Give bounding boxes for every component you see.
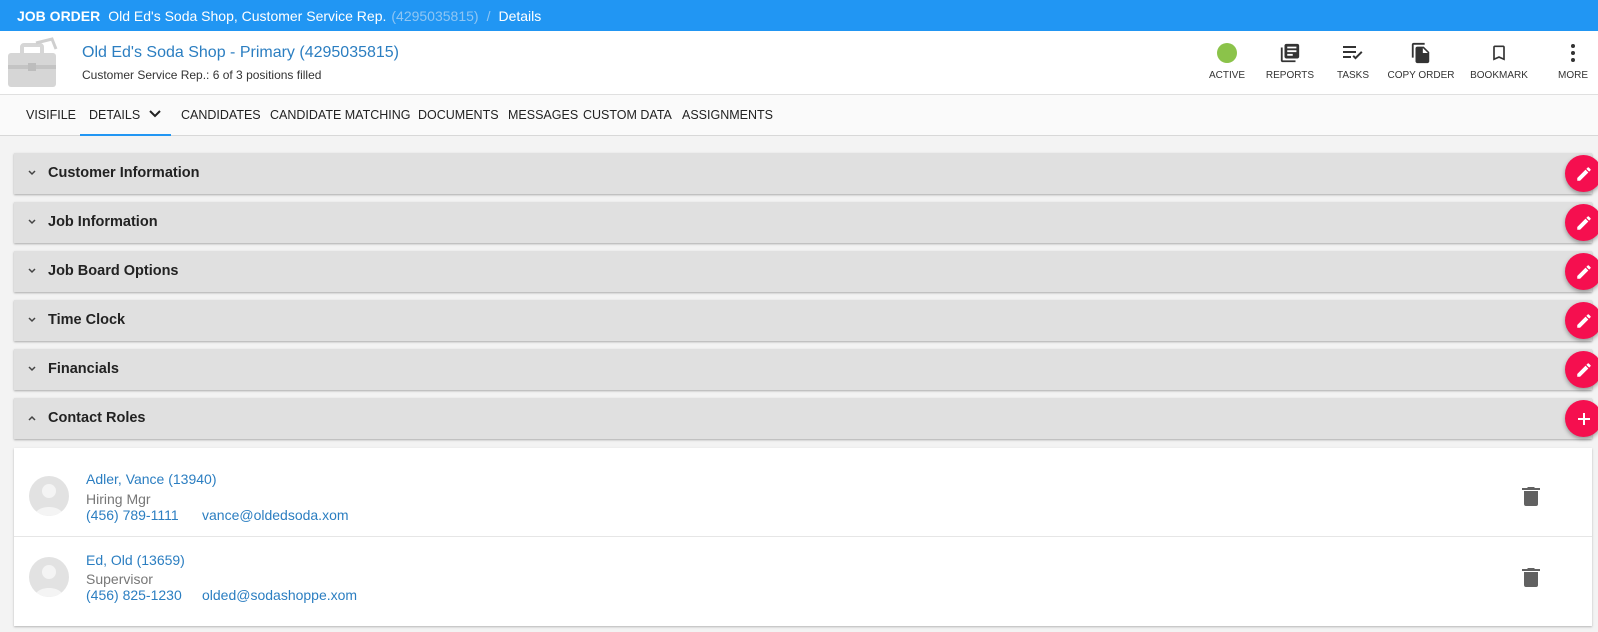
tab-bar: VISIFILE DETAILS CANDIDATES CANDIDATE MA… [0,95,1598,136]
list-item: Ed, Old (13659) Supervisor (456) 825-123… [14,537,1592,626]
section-customer-information[interactable]: Customer Information [14,153,1598,194]
record-subtitle: Customer Service Rep.: 6 of 3 positions … [82,68,322,82]
tab-visifile[interactable]: VISIFILE [26,95,76,136]
pencil-icon [1576,362,1591,377]
contact-name-link[interactable]: Adler, Vance (13940) [86,471,217,487]
chevron-down-icon [25,215,39,229]
record-header: Old Ed's Soda Shop - Primary (4295035815… [0,31,1598,95]
edit-job-information-button[interactable] [1565,204,1598,241]
contact-phone-link[interactable]: (456) 825-1230 [86,587,182,603]
briefcase-logo-icon [6,37,62,91]
plus-icon [1577,412,1590,425]
contact-email-link[interactable]: olded@sodashoppe.xom [202,587,357,603]
action-label: BOOKMARK [1470,70,1528,81]
tab-messages[interactable]: MESSAGES [508,95,578,136]
add-contact-role-button[interactable] [1565,400,1598,437]
section-title: Customer Information [48,165,200,181]
tasks-icon [1318,39,1388,67]
section-job-board-options[interactable]: Job Board Options [14,251,1598,292]
tab-custom-data[interactable]: CUSTOM DATA [583,95,672,136]
record-type-label: JOB ORDER [17,7,101,24]
chevron-down-icon [148,95,162,136]
bookmark-button[interactable]: BOOKMARK [1464,39,1534,81]
action-label: TASKS [1336,70,1370,81]
tab-label: DETAILS [89,108,141,122]
contact-role: Hiring Mgr [86,491,151,507]
breadcrumb-record-link[interactable]: Old Ed's Soda Shop, Customer Service Rep… [108,8,386,24]
reports-button[interactable]: REPORTS [1255,39,1325,81]
contact-roles-list: Adler, Vance (13940) Hiring Mgr (456) 78… [14,448,1592,626]
action-label: MORE [1558,70,1588,81]
section-title: Financials [48,361,119,377]
edit-customer-information-button[interactable] [1565,155,1598,192]
section-time-clock[interactable]: Time Clock [14,300,1598,341]
tab-candidate-matching[interactable]: CANDIDATE MATCHING [270,95,411,136]
breadcrumb-separator: / [486,7,491,24]
pencil-icon [1576,313,1591,328]
more-vertical-icon [1538,39,1598,67]
contact-email-link[interactable]: vance@oldedsoda.xom [202,507,349,523]
section-title: Job Information [48,214,158,230]
pencil-icon [1576,166,1591,181]
edit-time-clock-button[interactable] [1565,302,1598,339]
section-title: Time Clock [48,312,126,328]
chevron-down-icon [25,313,39,327]
section-title: Job Board Options [48,263,179,279]
breadcrumb-bar: JOB ORDER Old Ed's Soda Shop, Customer S… [0,0,1598,31]
contact-name-link[interactable]: Ed, Old (13659) [86,552,185,568]
tab-documents[interactable]: DOCUMENTS [418,95,499,136]
copy-order-button[interactable]: COPY ORDER [1386,39,1456,81]
contact-role: Supervisor [86,571,153,587]
chevron-down-icon [25,166,39,180]
section-contact-roles[interactable]: Contact Roles [14,398,1598,439]
chevron-down-icon [25,264,39,278]
section-financials[interactable]: Financials [14,349,1598,390]
tab-details[interactable]: DETAILS [80,95,172,136]
pencil-icon [1576,264,1591,279]
action-label: ACTIVE [1208,70,1246,81]
status-active-button[interactable]: ACTIVE [1192,39,1262,81]
chevron-up-icon [25,411,39,425]
tab-assignments[interactable]: ASSIGNMENTS [682,95,773,136]
breadcrumb-current-page: Details [498,7,542,24]
bookmark-icon [1464,39,1534,67]
edit-job-board-options-button[interactable] [1565,253,1598,290]
tasks-button[interactable]: TASKS [1318,39,1388,81]
contact-phone-link[interactable]: (456) 789-1111 [86,507,179,523]
status-dot-icon [1217,43,1237,63]
trash-icon[interactable] [1522,486,1540,506]
section-job-information[interactable]: Job Information [14,202,1598,243]
copy-icon [1386,39,1456,67]
trash-icon[interactable] [1522,567,1540,587]
action-label: REPORTS [1265,70,1315,81]
breadcrumb-record-id: (4295035815) [391,7,479,24]
reports-icon [1255,39,1325,67]
section-title: Contact Roles [48,410,146,426]
avatar [29,557,69,597]
avatar [29,476,69,516]
action-label: COPY ORDER [1387,70,1455,81]
more-button[interactable]: MORE [1538,39,1598,81]
list-item: Adler, Vance (13940) Hiring Mgr (456) 78… [14,448,1592,537]
tab-candidates[interactable]: CANDIDATES [181,95,261,136]
chevron-down-icon [25,362,39,376]
pencil-icon [1576,215,1591,230]
edit-financials-button[interactable] [1565,351,1598,388]
record-title-link[interactable]: Old Ed's Soda Shop - Primary (4295035815… [82,44,399,62]
